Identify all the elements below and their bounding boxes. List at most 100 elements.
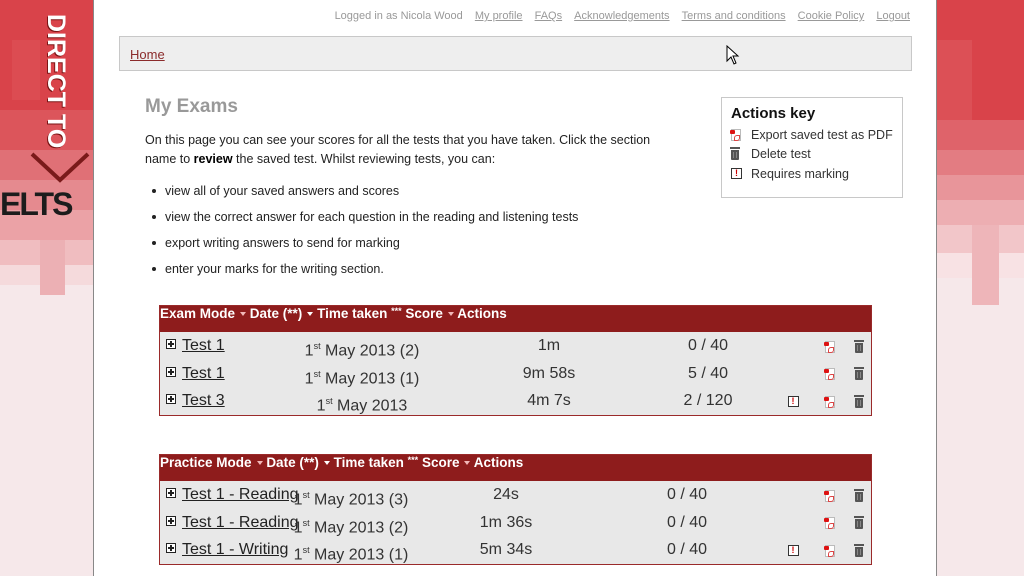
export-pdf-button[interactable] xyxy=(824,544,836,557)
export-pdf-button[interactable] xyxy=(824,340,836,353)
time-taken: 4m 7s xyxy=(527,392,571,409)
export-pdf-button[interactable] xyxy=(824,517,836,530)
test-name-link[interactable]: Test 1 - Writing xyxy=(182,541,288,558)
feature-list-item: view all of your saved answers and score… xyxy=(150,181,578,207)
sort-score-header[interactable]: Score xyxy=(405,306,454,321)
expand-icon[interactable] xyxy=(166,488,176,499)
trash-icon xyxy=(854,394,864,408)
expand-icon[interactable] xyxy=(166,339,176,350)
header-label: Practice Mode xyxy=(160,455,252,470)
test-name-link[interactable]: Test 1 - Reading xyxy=(182,486,299,503)
date-rest: May 2013 (2) xyxy=(320,342,420,360)
export-pdf-button[interactable] xyxy=(824,368,836,381)
right-brand-panel xyxy=(937,0,1024,576)
time-taken-header: Time taken *** xyxy=(334,455,419,470)
sort-caret-icon xyxy=(307,312,314,317)
score: 5 / 40 xyxy=(687,364,729,382)
sort-score-header[interactable]: Score xyxy=(422,455,471,470)
pdf-icon xyxy=(824,368,835,380)
date-day: 1 xyxy=(293,491,303,509)
export-pdf-button[interactable] xyxy=(824,395,836,408)
table-row: Test 1 1st May 2013 (2) 1m 0 / 40 xyxy=(160,332,871,360)
delete-test-button[interactable] xyxy=(853,367,865,381)
table-row: Test 1 - Reading 1st May 2013 (2) 1m 36s… xyxy=(160,509,871,537)
date-rest: May 2013 (2) xyxy=(309,518,409,536)
feature-list: view all of your saved answers and score… xyxy=(150,181,578,285)
actions-key-label: Requires marking xyxy=(751,166,849,181)
header-label: Exam Mode xyxy=(160,306,236,321)
requires-marking-button[interactable]: ! xyxy=(787,544,799,557)
sort-caret-icon xyxy=(464,461,471,466)
sort-date-header[interactable]: Date (**) xyxy=(250,306,314,321)
delete-test-button[interactable] xyxy=(853,394,865,408)
footnote-stars: *** xyxy=(391,306,402,316)
sort-mode-header[interactable]: Practice Mode xyxy=(160,455,263,470)
header-label: Score xyxy=(421,455,460,470)
expand-icon[interactable] xyxy=(166,394,176,405)
expand-icon[interactable] xyxy=(166,543,176,554)
test-date: 1st May 2013 (1) xyxy=(305,361,420,389)
requires-marking-icon: ! xyxy=(787,545,799,556)
score: 0 / 40 xyxy=(666,513,708,531)
pdf-icon xyxy=(824,544,835,557)
delete-test-button[interactable] xyxy=(853,516,865,530)
intro-text-part: the saved test. Whilst reviewing tests, … xyxy=(232,152,496,166)
trash-icon xyxy=(854,367,864,380)
time-taken: 5m 34s xyxy=(479,541,533,558)
my-profile-link[interactable]: My profile xyxy=(475,10,523,22)
date-day: 1 xyxy=(316,397,326,415)
export-pdf-button[interactable] xyxy=(824,489,836,502)
delete-test-button[interactable] xyxy=(853,543,865,557)
actions-key-item: ! Requires marking xyxy=(731,164,893,184)
terms-link[interactable]: Terms and conditions xyxy=(682,10,786,22)
exam-mode-table: Exam Mode Date (**) Time taken *** Score… xyxy=(159,305,872,416)
actions-header: Actions xyxy=(473,455,524,470)
score: 0 / 40 xyxy=(666,486,708,503)
header-label: Score xyxy=(405,306,443,321)
test-name-link[interactable]: Test 1 - Reading xyxy=(182,514,299,531)
breadcrumb-home-link[interactable]: Home xyxy=(130,47,165,62)
trash-icon xyxy=(854,516,864,529)
brand-chevron-icon xyxy=(30,152,90,183)
main-page: Logged in as Nicola Wood My profile FAQs… xyxy=(93,0,937,576)
requires-marking-icon: ! xyxy=(731,168,742,180)
practice-mode-table: Practice Mode Date (**) Time taken *** S… xyxy=(159,454,872,565)
page-title: My Exams xyxy=(145,96,238,117)
acknowledgements-link[interactable]: Acknowledgements xyxy=(574,10,669,22)
date-rest: May 2013 (1) xyxy=(320,369,420,387)
pdf-icon xyxy=(730,128,741,141)
date-rest: May 2013 (3) xyxy=(309,491,409,509)
pdf-icon xyxy=(824,517,835,529)
pdf-icon xyxy=(824,489,835,502)
brand-logo-direct-to: DIRECT TO xyxy=(42,14,70,149)
expand-icon[interactable] xyxy=(166,366,176,377)
test-name-link[interactable]: Test 3 xyxy=(182,392,225,409)
actions-key-item: Delete test xyxy=(730,145,893,165)
date-day: 1 xyxy=(293,546,303,564)
date-day: 1 xyxy=(304,369,314,387)
sort-mode-header[interactable]: Exam Mode xyxy=(160,306,247,321)
expand-icon[interactable] xyxy=(166,515,176,526)
requires-marking-icon: ! xyxy=(787,396,799,407)
time-taken: 1m xyxy=(537,337,561,354)
table-row: Test 3 1st May 2013 4m 7s 2 / 120 ! xyxy=(160,387,871,415)
logged-in-label: Logged in as Nicola Wood xyxy=(334,10,463,22)
top-nav: Logged in as Nicola Wood My profile FAQs… xyxy=(326,10,910,22)
header-label: Date (**) xyxy=(249,306,303,321)
date-suffix: st xyxy=(302,545,310,555)
requires-marking-button[interactable]: ! xyxy=(787,395,799,408)
test-date: 1st May 2013 (2) xyxy=(294,510,409,538)
cookie-policy-link[interactable]: Cookie Policy xyxy=(798,10,865,22)
time-taken: 24s xyxy=(493,486,519,503)
logout-link[interactable]: Logout xyxy=(876,10,910,22)
delete-test-button[interactable] xyxy=(853,488,865,502)
test-name-link[interactable]: Test 1 xyxy=(182,337,225,354)
test-name-link[interactable]: Test 1 xyxy=(182,365,225,382)
header-label: Time taken xyxy=(333,455,404,470)
faqs-link[interactable]: FAQs xyxy=(535,10,563,22)
time-taken: 1m 36s xyxy=(479,513,533,531)
sort-date-header[interactable]: Date (**) xyxy=(266,455,330,470)
delete-test-button[interactable] xyxy=(853,339,865,353)
actions-key-title: Actions key xyxy=(731,105,816,122)
pdf-icon xyxy=(824,395,835,408)
